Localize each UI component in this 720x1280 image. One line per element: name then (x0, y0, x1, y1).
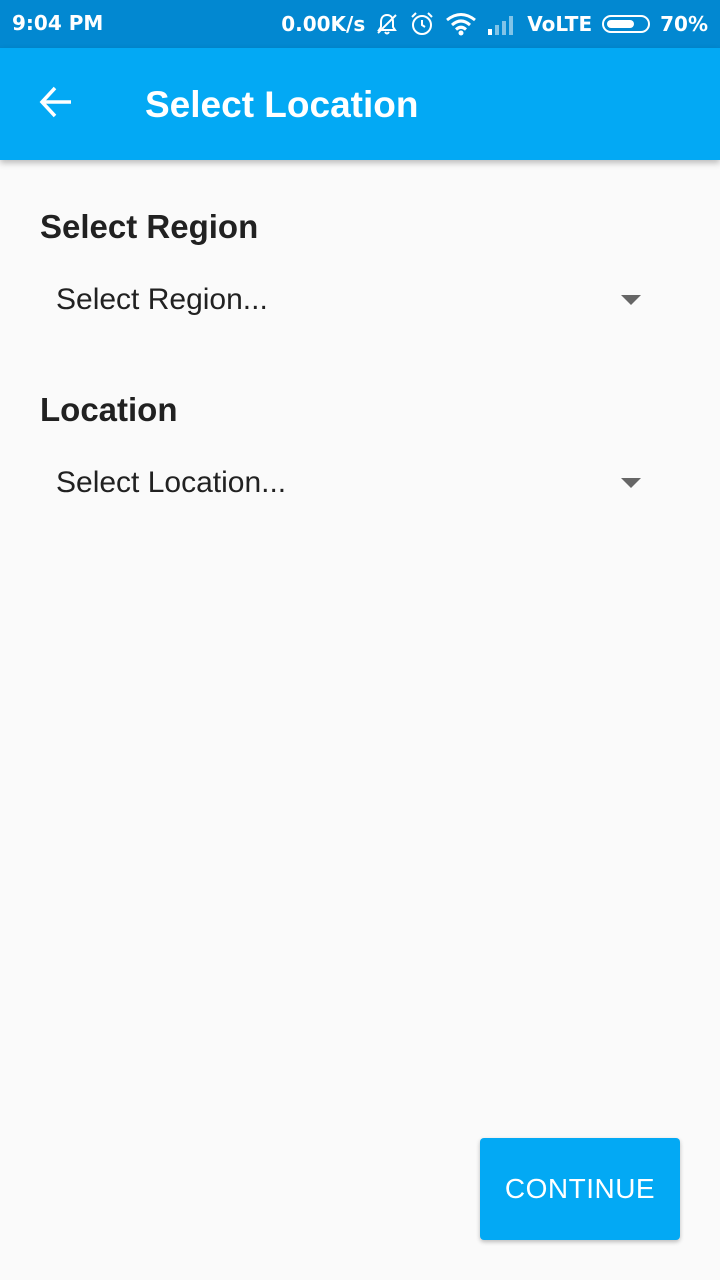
region-spinner[interactable]: Select Region... (40, 268, 670, 332)
dropdown-arrow-icon (621, 295, 641, 305)
location-spinner-value: Select Location... (56, 466, 287, 499)
status-time: 9:04 PM (12, 11, 104, 35)
wifi-icon (445, 12, 477, 36)
status-bar: 9:04 PM 0.00K/s VoLTE 70% (0, 0, 720, 48)
network-type: VoLTE (527, 12, 593, 36)
network-speed: 0.00K/s (281, 12, 366, 36)
back-button[interactable] (28, 76, 84, 132)
dropdown-arrow-icon (621, 478, 641, 488)
battery-body (602, 15, 651, 33)
app-bar: Select Location (0, 48, 720, 160)
page-title: Select Location (145, 84, 419, 125)
location-spinner[interactable]: Select Location... (40, 451, 670, 515)
bell-off-icon (375, 12, 399, 36)
signal-icon (487, 13, 517, 35)
battery-percent: 70% (660, 12, 708, 36)
region-label: Select Region (40, 208, 259, 245)
location-label: Location (40, 391, 178, 428)
status-icons: 0.00K/s VoLTE 70% (281, 11, 708, 37)
battery-fill (607, 20, 635, 28)
battery-icon (602, 15, 651, 33)
arrow-back-icon (38, 84, 74, 125)
alarm-icon (409, 11, 435, 37)
continue-button[interactable]: CONTINUE (480, 1138, 680, 1240)
region-spinner-value: Select Region... (56, 283, 268, 316)
